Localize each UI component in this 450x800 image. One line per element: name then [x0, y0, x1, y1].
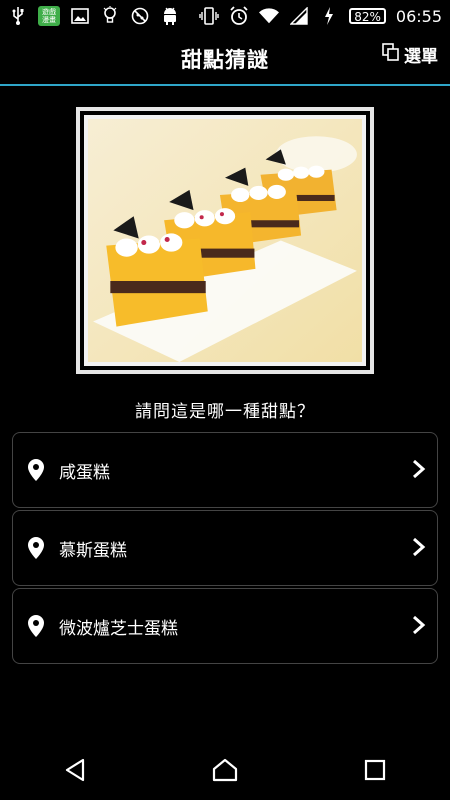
system-navigation-bar: [0, 740, 450, 800]
location-pin-icon: [25, 537, 47, 559]
location-pin-icon: [25, 615, 47, 637]
answer-options: 咸蛋糕 慕斯蛋糕 微波爐芝士蛋糕: [12, 432, 438, 666]
app-notification-icon: 遊戲 漫畫: [38, 6, 60, 26]
option-label: 咸蛋糕: [59, 462, 110, 483]
app-badge-bottom-text: 漫畫: [42, 16, 56, 24]
blocked-icon: [130, 6, 150, 26]
option-label: 慕斯蛋糕: [59, 540, 127, 561]
image-icon: [70, 6, 90, 26]
charging-icon: [319, 6, 339, 26]
app-badge-top-text: 遊戲: [42, 8, 56, 16]
copy-icon: [382, 43, 400, 66]
wifi-icon: [259, 6, 280, 26]
option-1[interactable]: 咸蛋糕: [12, 432, 438, 508]
status-left: 遊戲 漫畫: [8, 6, 180, 26]
location-pin-icon: [25, 459, 47, 481]
battery-indicator: 82%: [349, 8, 386, 24]
alarm-icon: [229, 6, 249, 26]
dessert-photo: [88, 119, 362, 362]
signal-icon: [289, 6, 309, 26]
back-triangle-icon: [65, 758, 85, 782]
clock: 06:55: [395, 6, 442, 26]
menu-button[interactable]: 選單: [382, 42, 438, 67]
usb-icon: [8, 6, 28, 26]
home-button[interactable]: [205, 750, 245, 790]
option-2[interactable]: 慕斯蛋糕: [12, 510, 438, 586]
lightbulb-icon: [100, 6, 120, 26]
android-icon: [160, 6, 180, 26]
square-icon: [364, 759, 386, 781]
recents-button[interactable]: [355, 750, 395, 790]
frame-mat: [84, 115, 366, 366]
back-button[interactable]: [55, 750, 95, 790]
chevron-right-icon: [413, 459, 426, 479]
option-label: 微波爐芝士蛋糕: [59, 618, 178, 639]
option-3[interactable]: 微波爐芝士蛋糕: [12, 588, 438, 664]
app-header: 甜點猜謎 選單: [0, 32, 450, 86]
question-text: 請問這是哪一種甜點？: [135, 402, 315, 422]
menu-label: 選單: [404, 47, 438, 67]
frame-border: [80, 111, 370, 370]
status-bar: 遊戲 漫畫 82% 06:55: [0, 0, 450, 32]
status-right: 82% 06:55: [199, 6, 442, 26]
chevron-right-icon: [413, 615, 426, 635]
vibrate-icon: [199, 6, 219, 26]
home-icon: [212, 758, 238, 782]
dessert-image-frame: [76, 107, 374, 374]
chevron-right-icon: [413, 537, 426, 557]
